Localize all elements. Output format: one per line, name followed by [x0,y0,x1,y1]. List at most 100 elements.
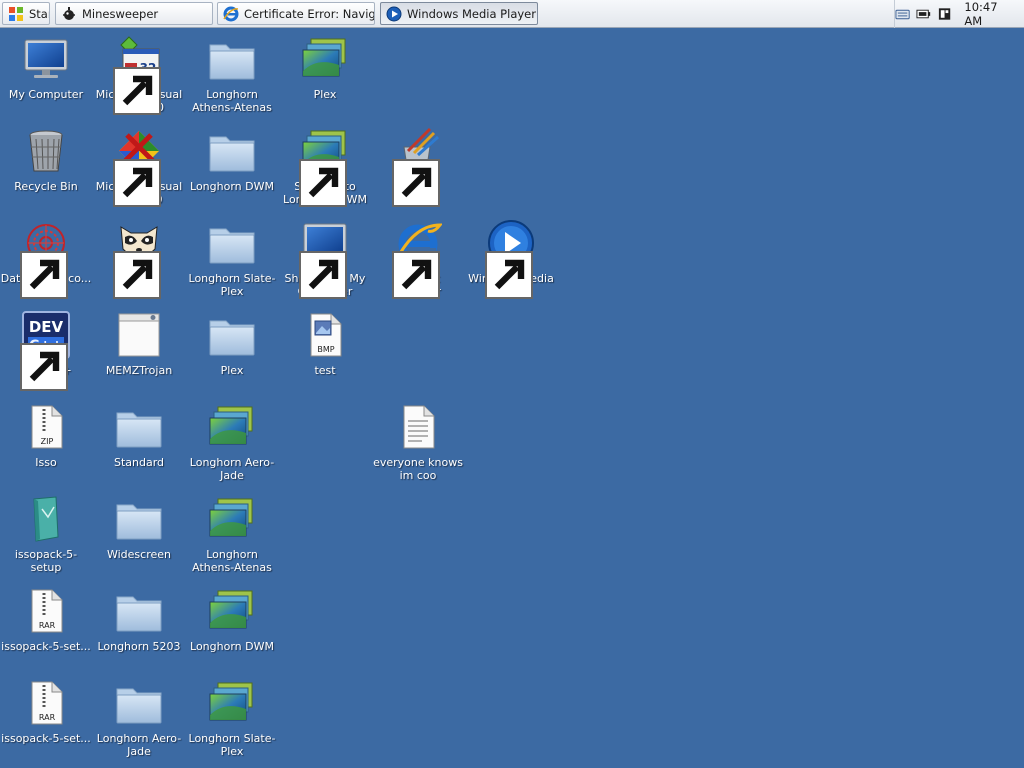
bmp-file-icon: BMP [301,311,349,359]
desktop-icon-label: test [314,364,336,377]
svg-text:RAR: RAR [39,713,56,722]
battery-icon[interactable] [916,6,931,22]
desktop-icon-isso[interactable]: ZIP Isso [0,403,92,469]
desktop-icon-folder-longhorn-aero-jade[interactable]: Longhorn Aero-Jade [93,679,185,758]
desktop-icon-folder-longhorn-dwm[interactable]: Longhorn DWM [186,127,278,193]
desktop-icon-theme-longhorn-dwm[interactable]: Longhorn DWM [186,587,278,653]
start-button[interactable]: Start [2,2,50,25]
desktop-icon-theme-longhorn-athens[interactable]: Longhorn Athens-Atenas [186,495,278,574]
desktop-icon-folder-plex[interactable]: Plex [186,311,278,377]
internet-explorer-icon [223,6,239,21]
desktop-icon-label: Recycle Bin [14,180,78,193]
keyboard-icon[interactable] [895,6,910,22]
desktop-icon-label: Longhorn Athens-Atenas [192,88,272,114]
desktop-icon-theme-longhorn-slate-plex[interactable]: Longhorn Slate-Plex [186,679,278,758]
desktop-icon-label: Longhorn Slate-Plex [188,272,276,298]
desktop-icon-datawagon[interactable]: DataWagon.co... [0,219,92,285]
svg-text:RAR: RAR [39,621,56,630]
desktop-icon-my-computer[interactable]: My Computer [0,35,92,101]
desktop-icon-label: Longhorn Aero-Jade [189,456,275,482]
taskbar-button-certificate-error[interactable]: Certificate Error: Naviga... [217,2,375,25]
shortcut-arrow-icon [20,251,68,299]
shortcut-arrow-icon [392,251,440,299]
folder-icon [208,127,256,175]
system-tray: 10:47 AM [894,0,1024,28]
folder-icon [115,403,163,451]
desktop-icon-label: Widescreen [106,548,171,561]
desktop-icon-label: Longhorn Aero-Jade [96,732,182,758]
taskbar-button-media-player[interactable]: Windows Media Player [380,2,538,25]
svg-text:BMP: BMP [317,345,334,354]
desktop-icon-label: issopack-5-set... [1,640,91,653]
desktop-icon-folder-standard[interactable]: Standard [93,403,185,469]
desktop-icon-shortcut-my-computer[interactable]: Shortcut to My Computer [279,219,371,298]
shortcut-arrow-icon [485,251,533,299]
windows-logo-icon [9,6,23,21]
desktop-icon-paint[interactable]: Paint [372,127,464,193]
desktop-icon-windows-media-player[interactable]: Windows Media Player [465,219,557,298]
desktop-icon-memztrojan[interactable]: MEMZTrojan [93,311,185,377]
text-file-icon [394,403,442,451]
theme-icon [208,403,256,451]
desktop-icon-label: Longhorn DWM [190,180,274,193]
media-player-icon [386,6,402,21]
shortcut-arrow-icon [299,159,347,207]
desktop-icon-issopack-rar-2[interactable]: RAR issopack-5-set... [0,679,92,745]
desktop-icon-everyone-knows-im-coo[interactable]: everyone knows im coo [372,403,464,482]
theme-icon [208,587,256,635]
desktop-icon-visual-basic[interactable]: 32 Microsoft Visual Basic 6.0 [93,35,185,114]
desktop-icon-label: issopack-5-set... [1,732,91,745]
folder-icon [208,219,256,267]
zip-file-icon: ZIP [22,403,70,451]
folder-icon [208,311,256,359]
start-label: Start [29,6,49,21]
desktop-icon-label: Longhorn Athens-Atenas [192,548,272,574]
shortcut-arrow-icon [113,159,161,207]
shortcut-arrow-icon [113,67,161,115]
desktop-icon-issopack-rar-1[interactable]: RAR issopack-5-set... [0,587,92,653]
folder-icon [115,587,163,635]
desktop-icon-shortcut-longhorn-dwm[interactable]: Shortcut to Longhorn DWM [279,127,371,206]
desktop-icon-label: My Computer [8,88,84,101]
desktop-icon-label: Isso [35,456,57,469]
desktop-icon-internet-explorer[interactable]: Internet Explorer [372,219,464,298]
taskbar-button-label: Certificate Error: Naviga... [244,6,375,21]
desktop-icon-folder-longhorn-5203[interactable]: Longhorn 5203 [93,587,185,653]
desktop-icon-theme-longhorn-aero-jade[interactable]: Longhorn Aero-Jade [186,403,278,482]
desktop-icon-label: Plex [313,88,337,101]
desktop-icon-label: MEMZTrojan [105,364,173,377]
shortcut-arrow-icon [299,251,347,299]
taskbar-button-label: Minesweeper [82,6,159,21]
taskbar-button-minesweeper[interactable]: Minesweeper [55,2,213,25]
network-icon[interactable] [937,6,952,22]
desktop-icon-test-bmp[interactable]: BMP test [279,311,371,377]
desktop-icon-theme-plex[interactable]: Plex [279,35,371,101]
desktop-icon-label: Longhorn Slate-Plex [188,732,276,758]
desktop-icon-mypal[interactable]: Mypal [93,219,185,285]
desktop-icon-label: everyone knows im coo [373,456,463,482]
recycle-bin-icon [29,130,63,172]
desktop-icon-folder-longhorn-athens[interactable]: Longhorn Athens-Atenas [186,35,278,114]
desktop-icon-folder-longhorn-slate-plex[interactable]: Longhorn Slate-Plex [186,219,278,298]
folder-icon [115,495,163,543]
computer-icon [22,35,70,83]
folder-icon [208,35,256,83]
theme-icon [208,679,256,727]
desktop-icon-recycle-bin[interactable]: Recycle Bin [0,127,92,193]
rar-file-icon: RAR [22,679,70,727]
shortcut-arrow-icon [392,159,440,207]
theme-icon [208,495,256,543]
clock[interactable]: 10:47 AM [964,0,1016,28]
desktop-icon-issopack-setup[interactable]: issopack-5-setup [0,495,92,574]
shortcut-arrow-icon [113,251,161,299]
taskbar-button-label: Windows Media Player [407,6,536,21]
desktop-icon-visual-cpp[interactable]: Microsoft Visual C++ 6.0 [93,127,185,206]
desktop-icon-devcpp[interactable]: DEV C++ Dev-C++ [0,311,92,377]
desktop-icon-label: Longhorn 5203 [97,640,181,653]
installer-icon [33,496,59,542]
folder-icon [115,679,163,727]
desktop-icon-folder-widescreen[interactable]: Widescreen [93,495,185,561]
desktop-icon-label: Plex [220,364,244,377]
desktop-icon-label: issopack-5-setup [14,548,78,574]
svg-text:DEV: DEV [29,318,64,336]
